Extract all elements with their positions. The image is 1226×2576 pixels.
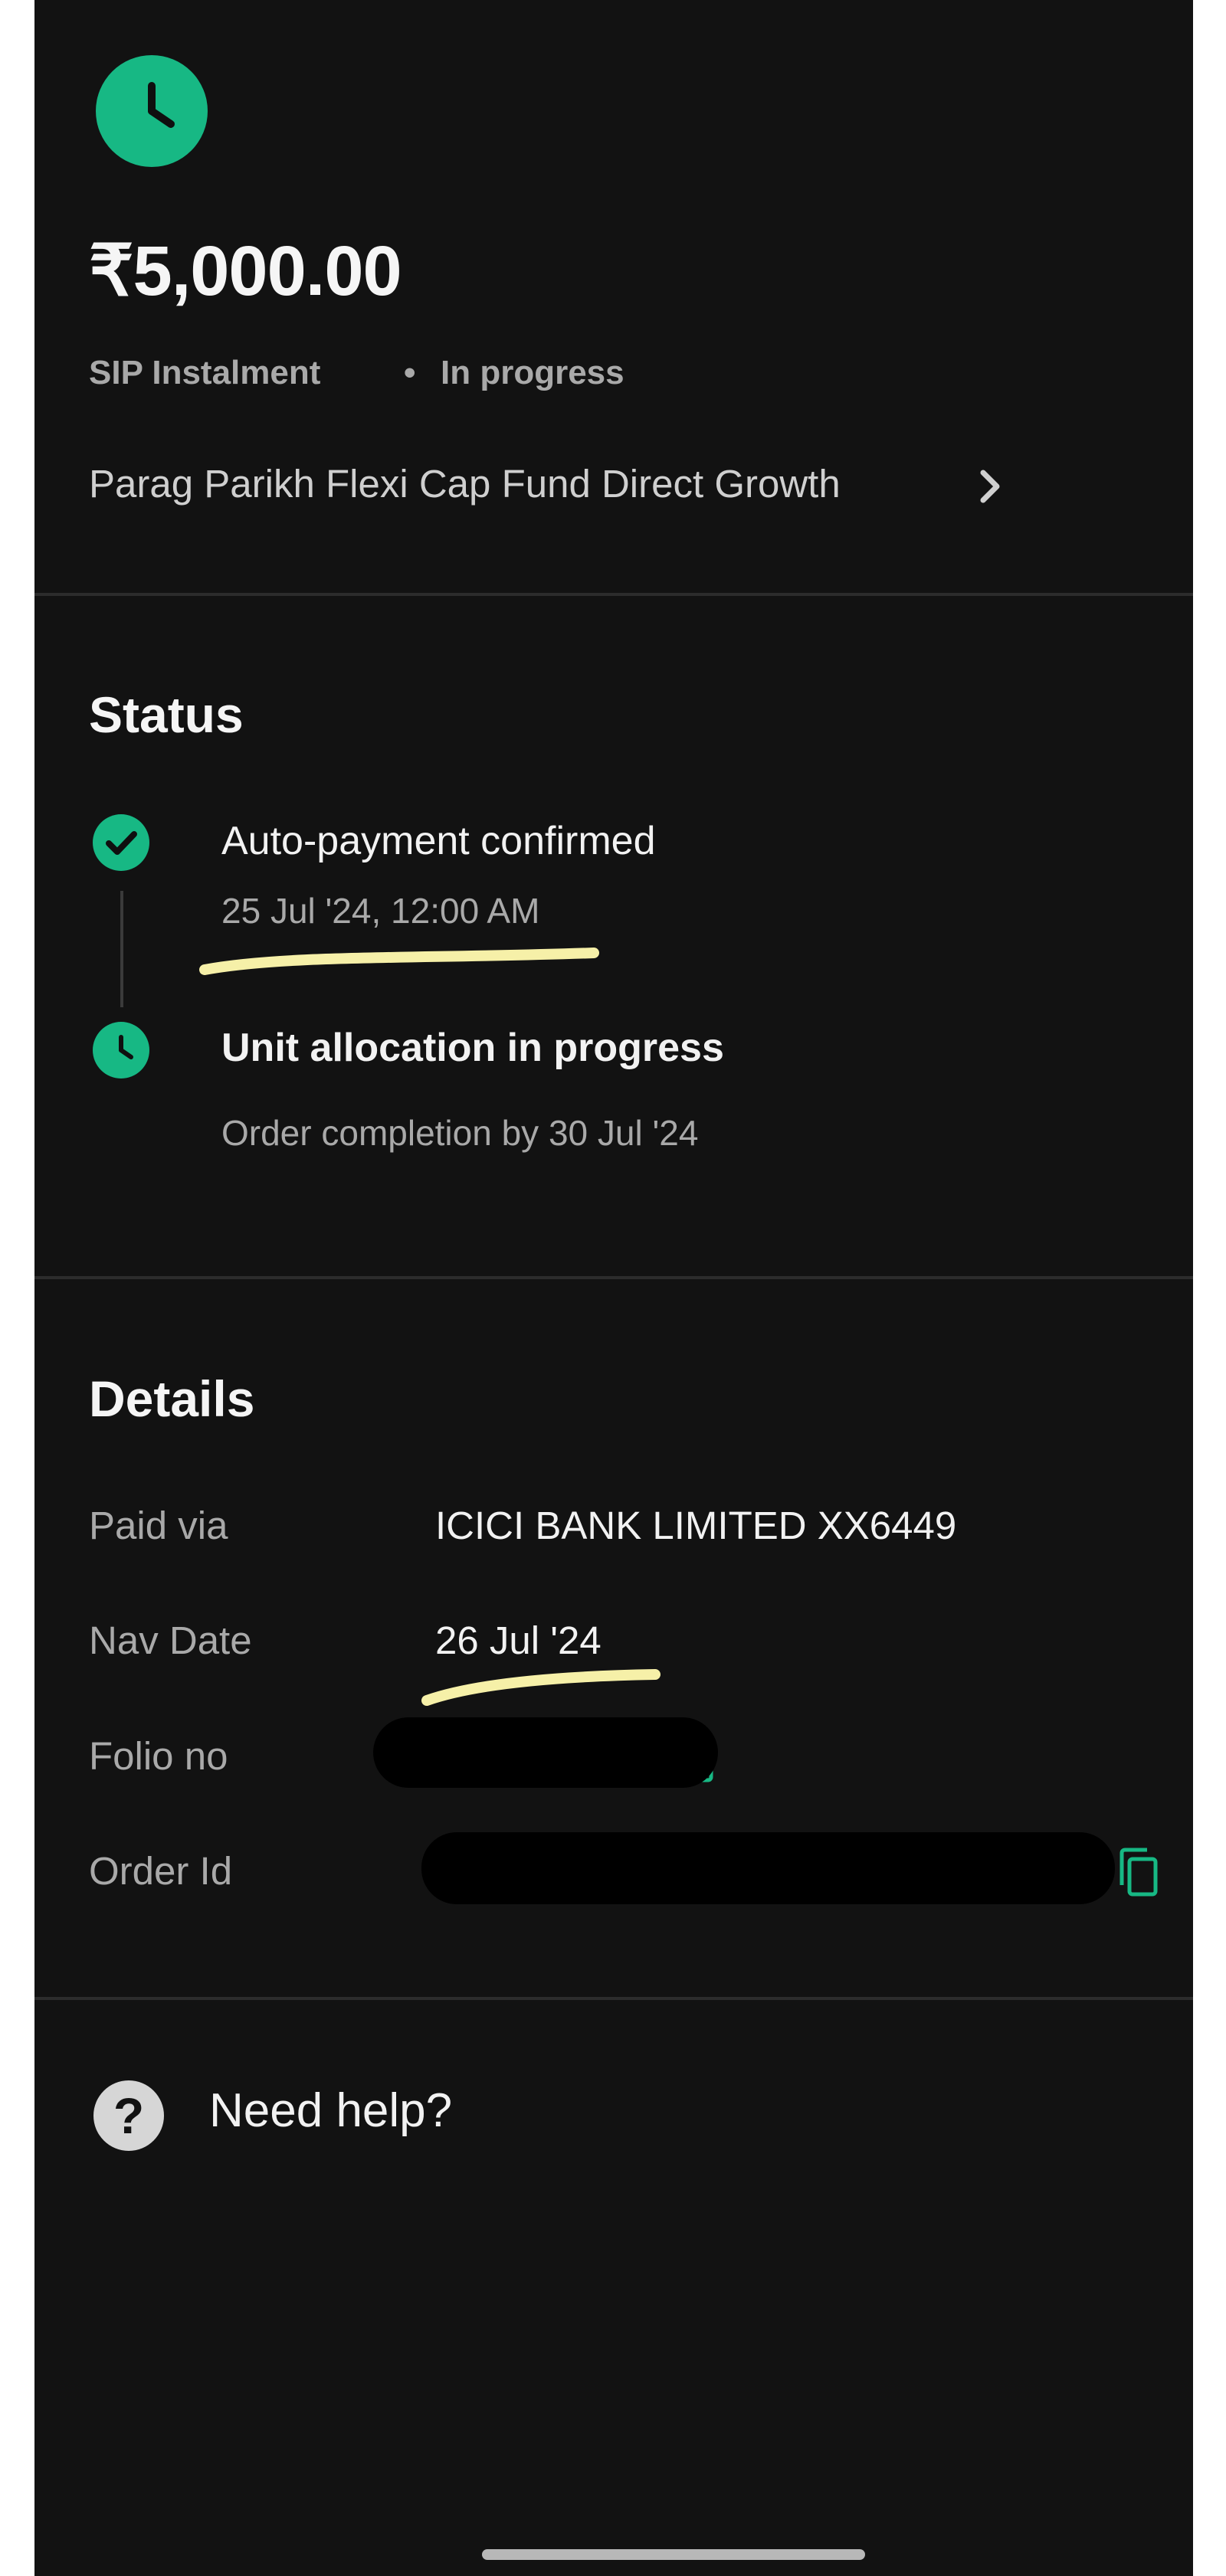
redacted-folio-no (373, 1717, 718, 1788)
need-help-row[interactable]: ? Need help? (80, 2060, 540, 2175)
order-type: SIP Instalment (89, 354, 321, 391)
nav-date-label: Nav Date (89, 1619, 252, 1662)
need-help-label: Need help? (209, 2084, 453, 2137)
help-circle-icon: ? (93, 2080, 164, 2151)
redacted-order-id (421, 1832, 1115, 1904)
clock-icon (96, 55, 208, 167)
step-unit-allocation-title: Unit allocation in progress (221, 1026, 724, 1070)
divider (34, 593, 1193, 596)
copy-order-id-icon[interactable] (1116, 1847, 1159, 1897)
status-section-title: Status (89, 686, 244, 743)
clock-icon (93, 1022, 149, 1079)
timeline-connector (120, 891, 123, 1007)
nav-date-value: 26 Jul '24 (435, 1619, 602, 1662)
home-indicator[interactable] (482, 2549, 865, 2560)
details-section-title: Details (89, 1370, 255, 1427)
highlight-underline (421, 1669, 661, 1706)
fund-link[interactable]: Parag Parikh Flexi Cap Fund Direct Growt… (80, 452, 1031, 521)
step-auto-payment-title: Auto-payment confirmed (221, 819, 656, 863)
paid-via-value: ICICI BANK LIMITED XX6449 (435, 1504, 957, 1547)
chevron-right-icon (966, 463, 1012, 509)
step-unit-allocation-eta: Order completion by 30 Jul '24 (221, 1113, 699, 1153)
check-circle-icon (93, 814, 149, 871)
order-status: In progress (441, 354, 624, 391)
order-amount: ₹5,000.00 (89, 232, 402, 310)
paid-via-label: Paid via (89, 1504, 228, 1547)
sip-order-screen: ₹5,000.00 SIP Instalment • In progress P… (34, 0, 1193, 2576)
divider (34, 1276, 1193, 1279)
step-auto-payment-time: 25 Jul '24, 12:00 AM (221, 891, 540, 931)
folio-no-label: Folio no (89, 1734, 228, 1778)
highlight-underline (199, 948, 599, 975)
fund-name: Parag Parikh Flexi Cap Fund Direct Growt… (89, 462, 841, 506)
separator-dot: • (404, 354, 416, 391)
order-id-label: Order Id (89, 1849, 233, 1893)
divider (34, 1997, 1193, 2000)
